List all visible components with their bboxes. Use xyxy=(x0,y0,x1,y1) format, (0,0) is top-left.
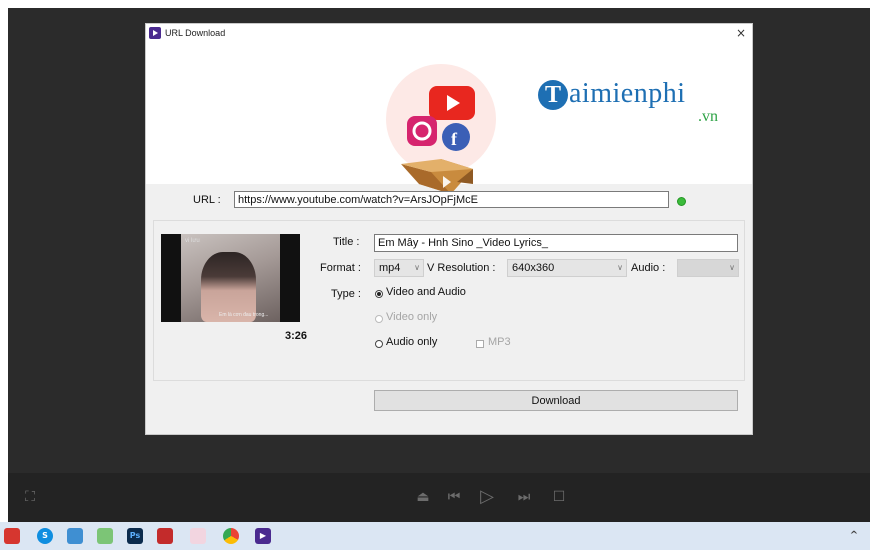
taskbar: S Ps ▶ ^ xyxy=(0,522,870,550)
radio-video-audio[interactable] xyxy=(375,290,383,298)
format-value: mp4 xyxy=(379,262,401,274)
app-icon xyxy=(149,27,161,39)
audio-label: Audio : xyxy=(631,262,666,274)
audio-select: ∨ xyxy=(677,259,739,277)
expand-icon[interactable]: ⛶ xyxy=(22,489,38,505)
play-icon[interactable]: ▷ xyxy=(479,488,495,506)
app-flower-icon[interactable] xyxy=(190,528,206,544)
resolution-label: V Resolution : xyxy=(427,262,496,274)
brand-name: aimienphi xyxy=(569,78,686,109)
brand-initial: T xyxy=(538,80,568,110)
url-label: URL : xyxy=(193,194,221,206)
svg-text:f: f xyxy=(451,129,458,149)
tray-chevron-icon[interactable]: ^ xyxy=(846,528,862,544)
skype-icon[interactable]: S xyxy=(37,528,53,544)
thumbnail-caption-bottom: Em là cơn đau trong... xyxy=(219,312,269,318)
video-audio-label: Video and Audio xyxy=(386,286,466,298)
format-select[interactable]: mp4 ∨ xyxy=(374,259,424,277)
radio-audio-only[interactable] xyxy=(375,340,383,348)
chevron-down-icon: ∨ xyxy=(414,263,420,272)
brand-tld: .vn xyxy=(698,108,718,125)
close-button[interactable]: × xyxy=(736,26,746,40)
brand-logo: T aimienphi .vn xyxy=(538,78,738,138)
calendar-icon[interactable] xyxy=(157,528,173,544)
url-input[interactable] xyxy=(234,191,669,208)
format-label: Format : xyxy=(320,262,361,274)
dialog-title: URL Download xyxy=(165,28,226,38)
player-controls-bar: ⛶ ⏏ ⏮ ▷ ⏭ ☐ xyxy=(8,473,870,522)
eject-icon[interactable]: ⏏ xyxy=(415,489,431,505)
url-download-dialog: URL Download × f T aimienphi .vn URL : h… xyxy=(145,23,753,435)
radio-video-only xyxy=(375,315,383,323)
dialog-titlebar: URL Download × xyxy=(146,24,752,44)
header-banner: f T aimienphi .vn xyxy=(146,44,752,194)
app-red-icon[interactable] xyxy=(4,528,20,544)
video-only-label: Video only xyxy=(386,311,438,323)
chevron-down-icon: ∨ xyxy=(617,263,623,272)
chevron-down-icon: ∨ xyxy=(729,263,735,272)
thumbnail-caption-top: vi lưu xyxy=(185,238,200,244)
url-status-indicator xyxy=(677,197,686,206)
app-blue-icon[interactable] xyxy=(67,528,83,544)
video-thumbnail: vi lưu Em là cơn đau trong... xyxy=(161,234,300,322)
type-label: Type : xyxy=(331,288,361,300)
video-info-panel: vi lưu Em là cơn đau trong... 3:26 Title… xyxy=(153,220,745,381)
resolution-select[interactable]: 640x360 ∨ xyxy=(507,259,627,277)
title-input[interactable] xyxy=(374,234,738,252)
download-box-illustration: f xyxy=(386,64,496,194)
audio-only-label: Audio only xyxy=(386,336,438,348)
previous-icon[interactable]: ⏮ xyxy=(446,489,462,505)
chrome-icon[interactable] xyxy=(223,528,239,544)
media-app-icon[interactable]: ▶ xyxy=(255,528,271,544)
download-button[interactable]: Download xyxy=(374,390,738,411)
resolution-value: 640x360 xyxy=(512,262,555,274)
mp3-label: MP3 xyxy=(488,336,511,348)
mp3-checkbox xyxy=(476,340,484,348)
photoshop-icon[interactable]: Ps xyxy=(127,528,143,544)
next-icon[interactable]: ⏭ xyxy=(516,489,532,505)
video-duration: 3:26 xyxy=(285,330,308,342)
title-label: Title : xyxy=(333,236,360,248)
stop-icon[interactable]: ☐ xyxy=(551,489,567,505)
notepad-icon[interactable] xyxy=(97,528,113,544)
